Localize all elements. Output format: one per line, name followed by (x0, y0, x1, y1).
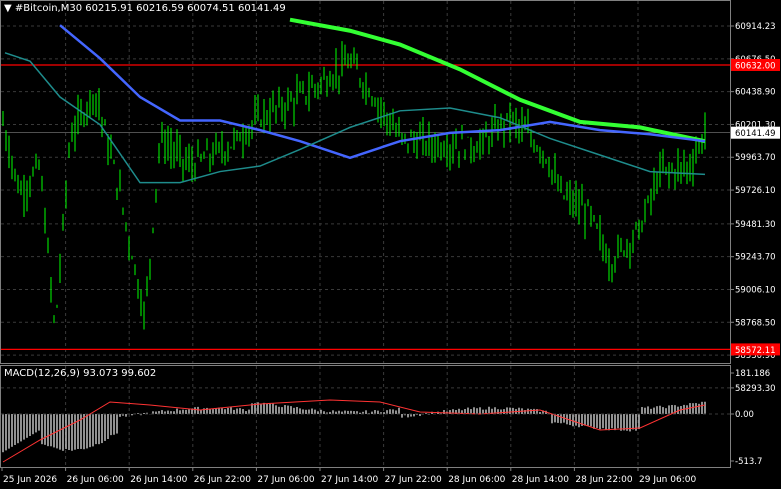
price-label: 59243.70 (735, 253, 776, 263)
price-label: 59481.30 (735, 220, 776, 230)
current-price-label: 60141.49 (735, 129, 776, 139)
level-badge-label: 60632.00 (735, 61, 776, 71)
chart-grid (0, 0, 731, 468)
price-label: 58293.30 (735, 384, 776, 394)
price-label: 59963.70 (735, 153, 776, 163)
time-label: 27 Jun 14:00 (321, 475, 378, 485)
chart-title: ▼ #Bitcoin,M30 60215.91 60216.59 60074.5… (4, 3, 286, 14)
candles (2, 41, 706, 330)
main-frame (0, 0, 731, 364)
price-label: 58768.50 (735, 318, 776, 328)
price-label: 59726.10 (735, 186, 776, 196)
time-label: 26 Jun 14:00 (130, 475, 187, 485)
price-label: 60914.23 (735, 22, 776, 32)
macd-axis-label: -513.7 (735, 457, 762, 467)
macd-axis-label: 181.186 (735, 369, 770, 379)
macd-axis-label: 0.00 (735, 410, 754, 420)
ohlc-values: 60215.91 60216.59 60074.51 60141.49 (85, 3, 286, 14)
price-label: 60438.90 (735, 88, 776, 98)
time-label: 26 Jun 22:00 (194, 475, 251, 485)
macd-indicator (1, 399, 730, 463)
time-label: 28 Jun 14:00 (512, 475, 569, 485)
level-badge-label: 58572.11 (735, 346, 776, 356)
time-label: 27 Jun 22:00 (385, 475, 442, 485)
dropdown-arrow-icon[interactable]: ▼ (4, 3, 12, 14)
ma-fast-line (4, 52, 706, 184)
time-label: 28 Jun 22:00 (575, 475, 632, 485)
time-label: 29 Jun 06:00 (639, 475, 696, 485)
time-label: 27 Jun 06:00 (257, 475, 314, 485)
price-chart[interactable]: 25 Jun 2026 26 Jun 06:00 26 Jun 14:00 26 Ju… (0, 0, 781, 489)
time-label: 28 Jun 06:00 (448, 475, 505, 485)
time-label: 26 Jun 06:00 (67, 475, 124, 485)
time-label: 25 Jun 2026 (3, 475, 57, 485)
price-label: 59006.10 (735, 285, 776, 295)
moving-averages (4, 17, 706, 184)
symbol-timeframe: #Bitcoin,M30 (14, 3, 83, 14)
horizontal-levels (1, 64, 730, 351)
macd-label: MACD(12,26,9) 93.073 99.602 (4, 368, 157, 379)
